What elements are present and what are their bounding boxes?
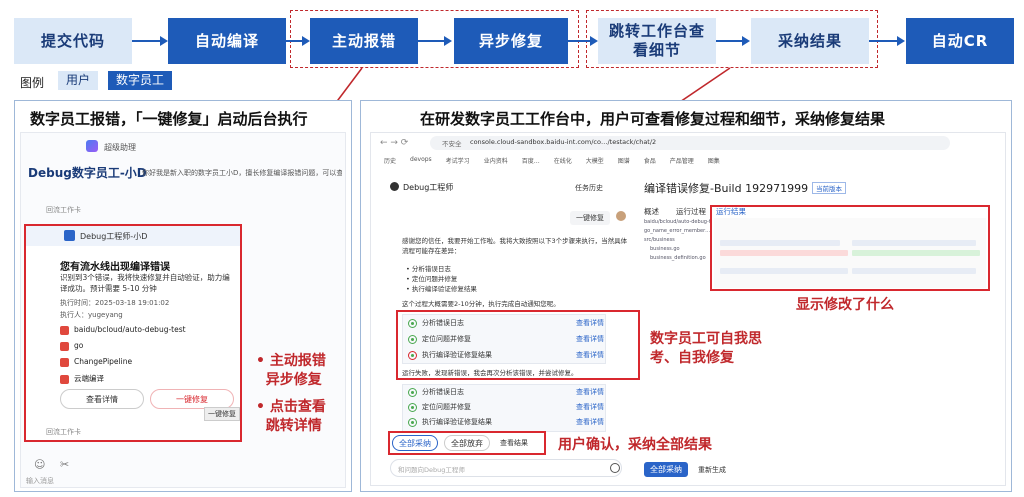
view-detail-link[interactable]: 查看详情 xyxy=(576,402,604,412)
back-to-workcard-top[interactable]: 回流工作卡 xyxy=(46,205,81,215)
check-icon xyxy=(408,417,417,427)
note-line3: 点击查看 xyxy=(269,399,326,415)
bookmark[interactable]: devops xyxy=(410,156,432,166)
view-detail-link[interactable]: 查看详情 xyxy=(576,417,604,427)
note-bullet: • xyxy=(256,353,265,369)
app-name: 超级助理 xyxy=(104,143,136,152)
plan-item: • 分析错误日志 xyxy=(406,265,451,273)
left-note-view-detail: • 点击查看 跳转详情 xyxy=(256,398,326,436)
bookmark[interactable]: 考试学习 xyxy=(446,156,470,166)
note-bullet: • xyxy=(256,399,265,415)
bookmark[interactable]: 大模型 xyxy=(586,156,604,166)
diff-highlight xyxy=(710,205,990,291)
check-icon xyxy=(408,402,417,412)
user-message-bubble: 一键修复 xyxy=(570,211,610,225)
emoji-icon[interactable]: ☺ xyxy=(34,458,45,471)
step-row: 分析错误日志 查看详情 xyxy=(408,387,604,397)
bookmark[interactable]: 百度… xyxy=(522,156,540,166)
step-label: 分析错误日志 xyxy=(422,388,464,396)
regenerate-button[interactable]: 重新生成 xyxy=(698,465,726,475)
bookmark[interactable]: 历史 xyxy=(384,156,396,166)
send-icon[interactable] xyxy=(610,463,620,473)
chat-header-title: Debug数字员工-小D xyxy=(28,166,147,180)
bookmark[interactable]: 产品管理 xyxy=(670,156,694,166)
input-placeholder[interactable]: 输入消息 xyxy=(26,476,54,486)
eta-text: 这个过程大概需要2-10分钟，执行完成自动通知您呢。 xyxy=(402,300,560,308)
agent-name: Debug工程师 xyxy=(403,183,454,192)
bookmark[interactable]: 在线化 xyxy=(554,156,572,166)
note-user-confirm: 用户确认，采纳全部结果 xyxy=(558,437,712,453)
scissors-icon[interactable]: ✂ xyxy=(60,458,69,471)
url-text: console.cloud-sandbox.baidu-int.com/co…/… xyxy=(470,138,657,146)
step-label: 执行编译验证修复结果 xyxy=(422,418,492,426)
file-tree-item[interactable]: business_definition.go xyxy=(644,254,710,263)
plan-item: • 执行编译验证修复结果 xyxy=(406,285,477,293)
app-logo-icon xyxy=(86,140,98,152)
step-row: 定位问题并修复 查看详情 xyxy=(408,402,604,412)
url-insecure-label: 不安全 xyxy=(442,140,462,148)
bookmark[interactable]: 图集 xyxy=(708,156,720,166)
step-label: 定位问题并修复 xyxy=(422,403,471,411)
bookmark[interactable]: 食品 xyxy=(644,156,656,166)
left-note-report-fix: • 主动报错 异步修复 xyxy=(256,352,326,390)
file-tree-item[interactable]: src/business xyxy=(644,236,710,245)
user-confirm-highlight xyxy=(388,431,546,455)
note-line4: 跳转详情 xyxy=(265,418,322,434)
back-to-workcard-bottom[interactable]: 回流工作卡 xyxy=(46,427,81,437)
self-fix-highlight xyxy=(396,310,640,380)
accept-all-bottom-button[interactable]: 全部采纳 xyxy=(644,462,688,477)
tab-process[interactable]: 运行过程 xyxy=(676,206,706,217)
bookmark[interactable]: 业内资料 xyxy=(484,156,508,166)
file-tree-item[interactable]: business.go xyxy=(644,245,710,254)
plan-item: • 定位问题并修复 xyxy=(406,275,458,283)
chat-input-placeholder: 和问题向Debug工程师 xyxy=(398,466,465,474)
note-self-fix: 数字员工可自我思考、自我修复 xyxy=(650,331,762,366)
plan-list: • 分析错误日志 • 定位问题并修复 • 执行编译验证修复结果 xyxy=(406,264,477,294)
agent-avatar-icon xyxy=(390,182,399,191)
agent-reply: 感谢您的信任，我要开始工作啦。我将大致按照以下3个步骤来执行，当然具体流程可能存… xyxy=(402,237,628,255)
error-card-highlight xyxy=(24,224,242,442)
check-icon xyxy=(408,387,417,397)
task-history[interactable]: 任务历史 xyxy=(575,183,603,193)
build-title: 编译错误修复-Build 192971999 xyxy=(644,182,809,195)
bookmark[interactable]: 图谱 xyxy=(618,156,630,166)
left-panel-title: 数字员工报错，「一键修复」启动后台执行 xyxy=(30,110,308,128)
file-tree: baidu/bcloud/auto-debug-t… go_name_error… xyxy=(644,218,710,263)
view-detail-link[interactable]: 查看详情 xyxy=(576,387,604,397)
browser-nav-icons[interactable]: ← → ⟳ xyxy=(380,138,408,148)
chat-intro-text: 你好我是新入职的数字员工小D，擅长修复编译报错问题，可以查... xyxy=(142,169,342,177)
note-show-changes: 显示修改了什么 xyxy=(796,297,894,313)
build-badge: 当前版本 xyxy=(812,182,846,194)
tab-overview[interactable]: 概述 xyxy=(644,206,659,217)
file-tree-item[interactable]: go_name_error_member… xyxy=(644,227,710,236)
step-row: 执行编译验证修复结果 查看详情 xyxy=(408,417,604,427)
user-avatar xyxy=(616,211,626,221)
bookmarks-bar: 历史 devops 考试学习 业内资料 百度… 在线化 大模型 图谱 食品 产品… xyxy=(384,156,984,166)
note-line1: 主动报错 xyxy=(269,353,326,369)
file-tree-item[interactable]: baidu/bcloud/auto-debug-t… xyxy=(644,218,710,227)
note-line2: 异步修复 xyxy=(265,372,322,388)
right-panel-title: 在研发数字员工工作台中，用户可查看修复过程和细节，采纳修复结果 xyxy=(420,110,886,128)
